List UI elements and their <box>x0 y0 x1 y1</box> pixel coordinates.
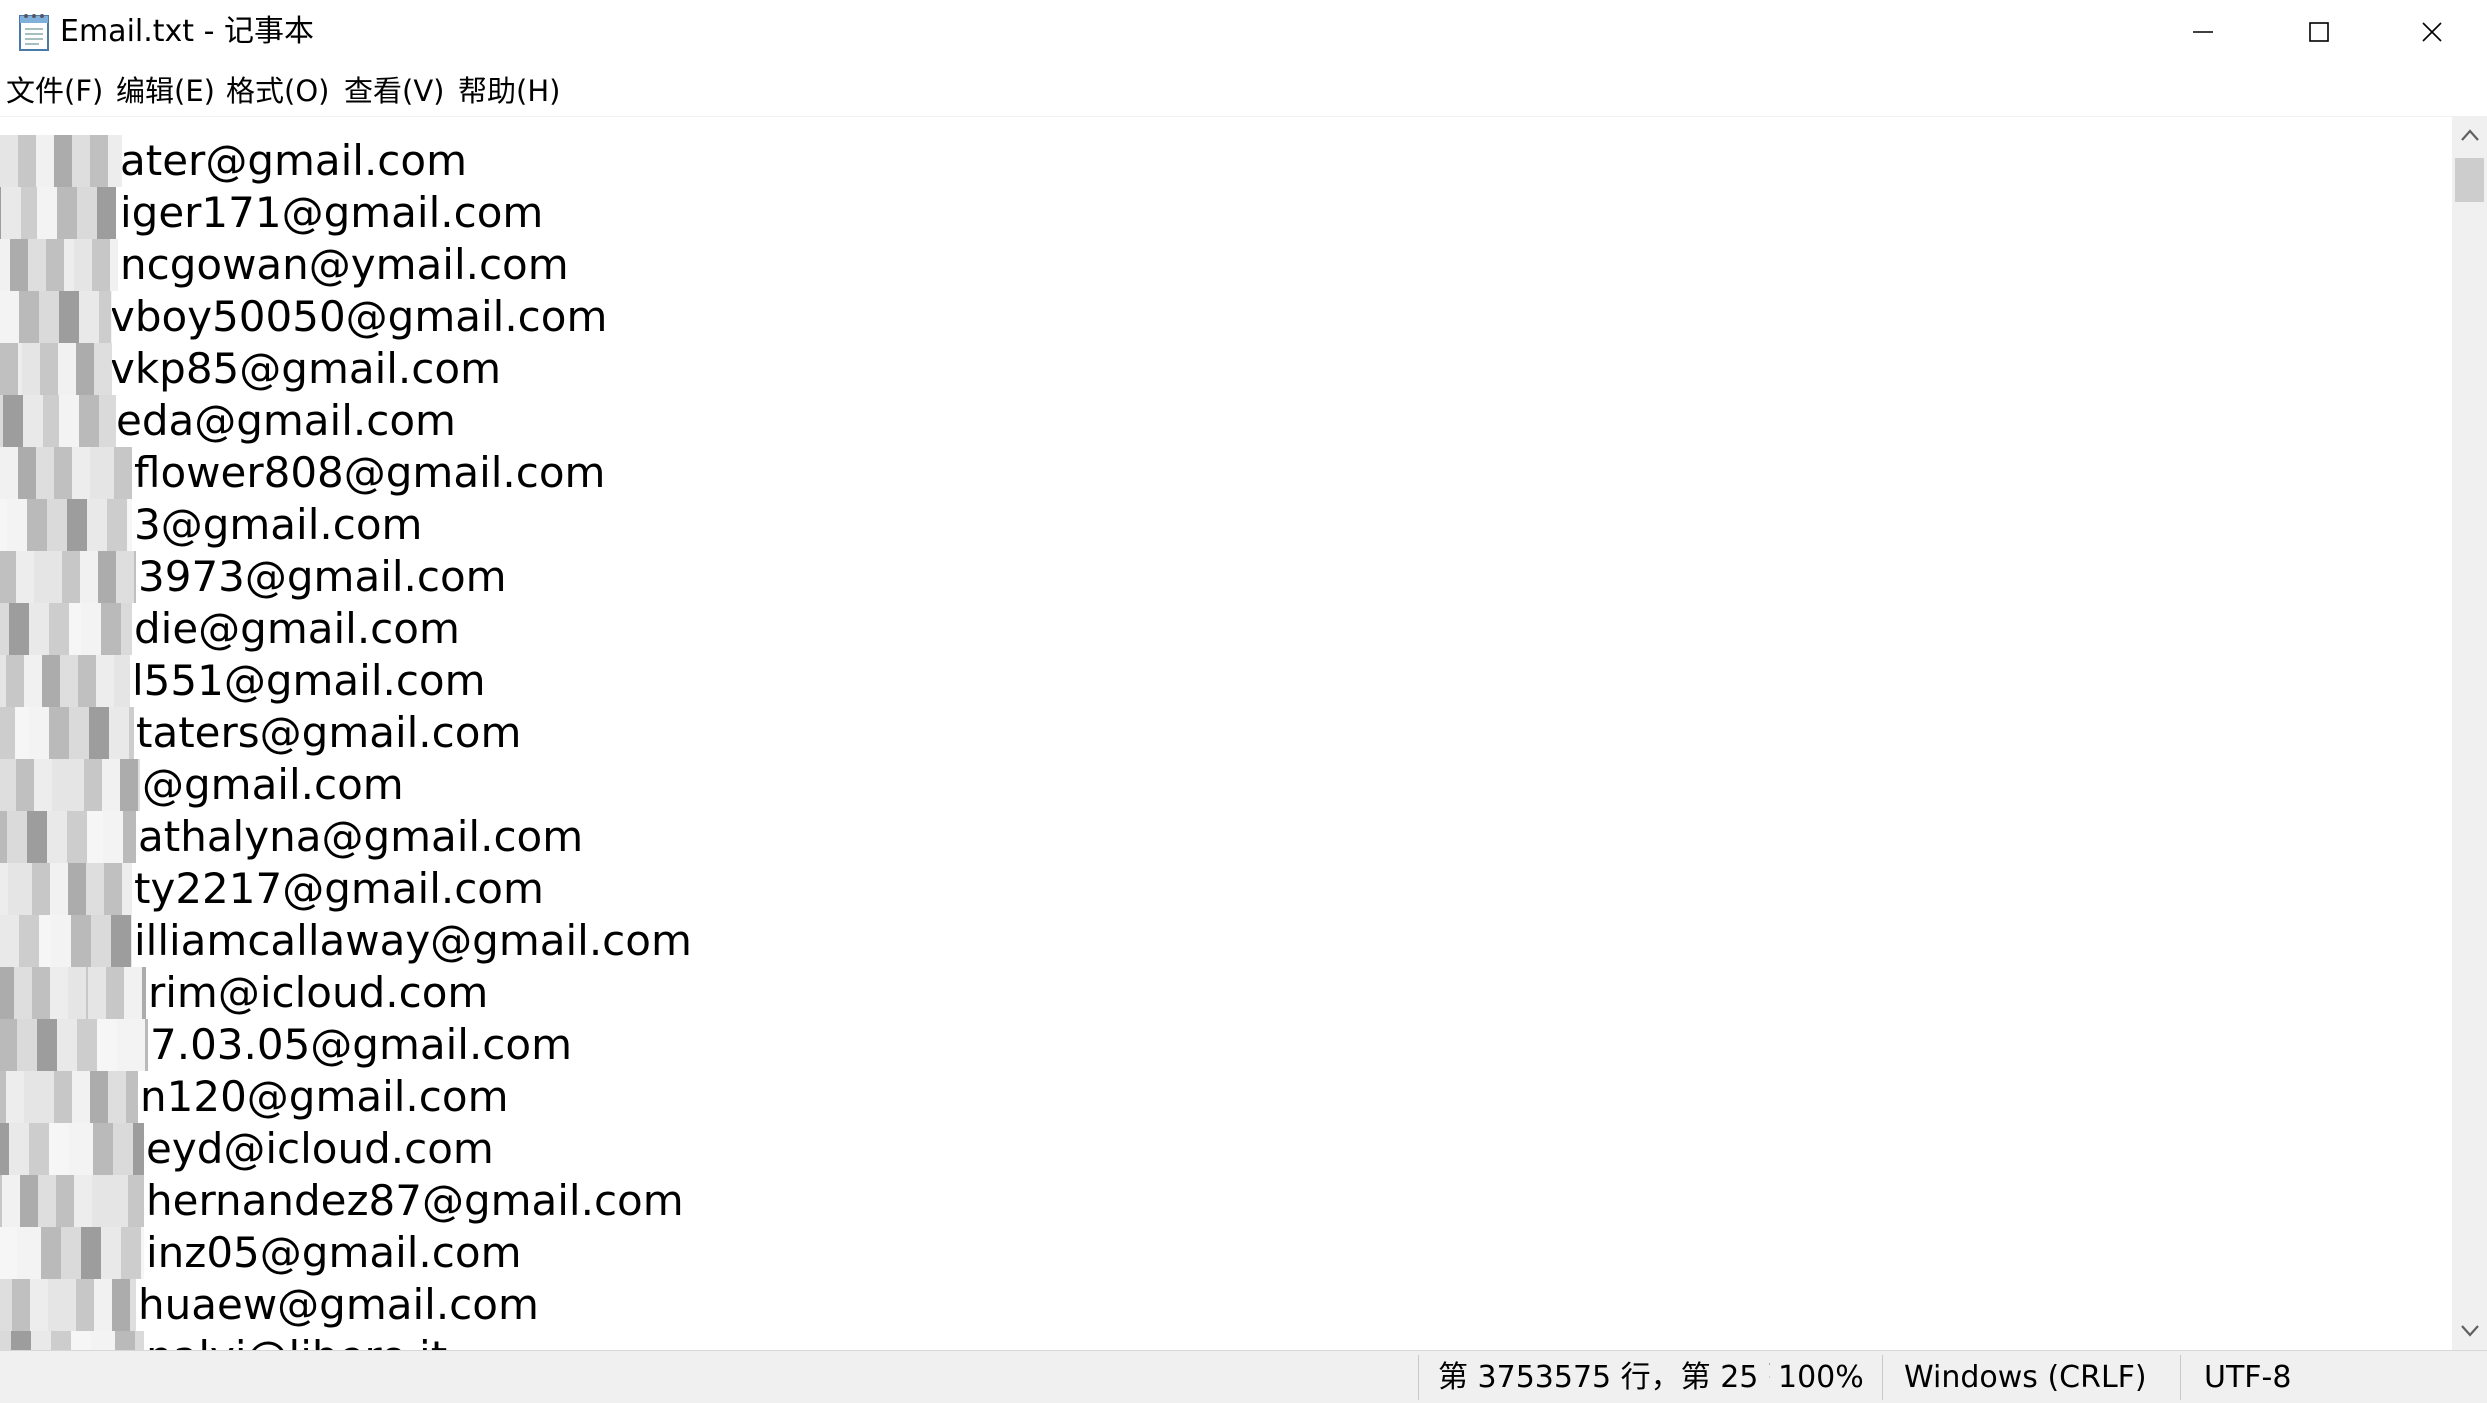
email-address: @gmail.com <box>142 760 404 809</box>
email-address: 3973@gmail.com <box>138 552 507 601</box>
menu-help[interactable]: 帮助(H) <box>458 72 560 110</box>
email-address: die@gmail.com <box>134 604 460 653</box>
redacted-text <box>0 603 132 655</box>
scroll-down-button[interactable] <box>2452 1312 2487 1350</box>
status-divider <box>1882 1355 1883 1400</box>
redacted-text <box>0 135 122 187</box>
maximize-button[interactable] <box>2261 0 2377 64</box>
maximize-icon <box>2309 22 2329 42</box>
email-address: rim@icloud.com <box>148 968 489 1017</box>
redacted-text <box>0 447 132 499</box>
close-icon <box>2422 22 2442 42</box>
email-address: nalvi@libero.it <box>146 1331 447 1351</box>
redacted-text <box>0 811 136 863</box>
redacted-text <box>0 291 112 343</box>
status-divider <box>2180 1355 2181 1400</box>
email-address: illiamcallaway@gmail.com <box>134 916 692 965</box>
email-address: ater@gmail.com <box>120 136 468 185</box>
redacted-text <box>0 655 130 707</box>
redacted-text <box>0 187 116 239</box>
email-address: inz05@gmail.com <box>146 1228 522 1277</box>
minimize-button[interactable] <box>2145 0 2261 64</box>
redacted-text <box>0 915 132 967</box>
email-address: vkp85@gmail.com <box>110 344 501 393</box>
notepad-window: Email.txt - 记事本 文件(F) 编辑(E) 格式(O) 查看(V) … <box>0 0 2487 1403</box>
email-address: l551@gmail.com <box>132 656 486 705</box>
email-address: huaew@gmail.com <box>138 1280 539 1329</box>
redacted-text <box>0 1331 144 1351</box>
menu-view[interactable]: 查看(V) <box>344 72 444 110</box>
redacted-text <box>0 759 140 811</box>
email-address: flower808@gmail.com <box>134 448 606 497</box>
status-divider <box>1418 1355 1419 1400</box>
email-address: n120@gmail.com <box>140 1072 509 1121</box>
email-address: taters@gmail.com <box>136 708 522 757</box>
menu-format[interactable]: 格式(O) <box>226 72 329 110</box>
redacted-text <box>0 499 132 551</box>
scroll-up-button[interactable] <box>2452 116 2487 154</box>
redacted-text <box>0 707 134 759</box>
email-address: athalyna@gmail.com <box>138 812 584 861</box>
status-zoom: 100% <box>1778 1360 1864 1395</box>
notepad-icon <box>19 14 49 51</box>
redacted-text <box>0 1279 136 1331</box>
email-address: hernandez87@gmail.com <box>146 1176 684 1225</box>
status-encoding: UTF-8 <box>2204 1360 2292 1395</box>
status-line-ending: Windows (CRLF) <box>1904 1360 2147 1395</box>
redacted-text <box>0 863 132 915</box>
redacted-text <box>0 1123 144 1175</box>
menu-bar: 文件(F) 编辑(E) 格式(O) 查看(V) 帮助(H) <box>0 66 2487 116</box>
scroll-up-arrow-icon <box>2460 129 2479 141</box>
email-address: 7.03.05@gmail.com <box>150 1020 573 1069</box>
scroll-down-arrow-icon <box>2460 1325 2479 1337</box>
status-bar: 第 3753575 行，第 25 列 100% Windows (CRLF) U… <box>0 1350 2487 1403</box>
minimize-icon <box>2193 31 2213 33</box>
redacted-text <box>0 1071 138 1123</box>
redacted-text <box>0 343 112 395</box>
menu-file[interactable]: 文件(F) <box>6 72 103 110</box>
redacted-text <box>0 551 136 603</box>
email-address: eyd@icloud.com <box>146 1124 494 1173</box>
email-address: vboy50050@gmail.com <box>110 292 608 341</box>
close-button[interactable] <box>2377 0 2487 64</box>
email-address: 3@gmail.com <box>134 500 423 549</box>
title-bar[interactable]: Email.txt - 记事本 <box>0 0 2487 64</box>
scroll-thumb[interactable] <box>2455 158 2484 202</box>
menu-edit[interactable]: 编辑(E) <box>116 72 215 110</box>
window-title: Email.txt - 记事本 <box>60 14 314 49</box>
vertical-scrollbar[interactable] <box>2452 116 2487 1350</box>
redacted-text <box>0 967 146 1019</box>
email-address: eda@gmail.com <box>116 396 456 445</box>
status-cursor-position: 第 3753575 行，第 25 列 <box>1438 1360 1770 1395</box>
redacted-text <box>0 239 118 291</box>
redacted-text <box>0 395 116 447</box>
redacted-text <box>0 1175 144 1227</box>
text-editor[interactable]: ater@gmail.com iger171@gmail.com ncgowan@y… <box>0 116 2452 1351</box>
email-address: ncgowan@ymail.com <box>120 240 569 289</box>
email-address: iger171@gmail.com <box>120 188 544 237</box>
redacted-text <box>0 1019 148 1071</box>
redacted-text <box>0 1227 144 1279</box>
email-address: ty2217@gmail.com <box>134 864 544 913</box>
